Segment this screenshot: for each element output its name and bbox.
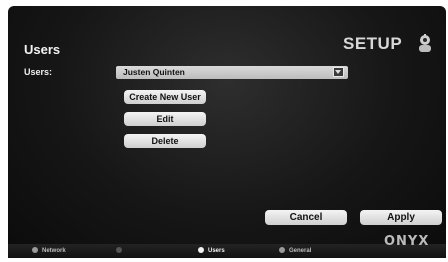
cancel-button[interactable]: Cancel	[265, 210, 347, 225]
nav-tab-general[interactable]: General	[279, 247, 311, 254]
nav-tab-label: Network	[42, 248, 66, 254]
users-select[interactable]: Justen Quinten	[116, 66, 348, 79]
nav-dot-icon	[32, 247, 38, 253]
apply-button[interactable]: Apply	[360, 210, 442, 225]
nav-tab-disabled	[116, 247, 126, 254]
nav-dot-icon	[198, 247, 204, 253]
page-title: Users	[24, 42, 61, 57]
nav-tab-network[interactable]: Network	[32, 247, 66, 254]
users-select-value: Justen Quinten	[123, 67, 185, 77]
gear-person-icon	[419, 34, 431, 52]
nav-tab-label: Users	[208, 248, 225, 254]
onyx-logo: ONYX	[384, 234, 430, 249]
delete-user-button[interactable]: Delete	[124, 134, 206, 148]
edit-user-button[interactable]: Edit	[124, 112, 206, 126]
nav-tab-label: General	[289, 248, 312, 254]
nav-dot-icon	[116, 247, 122, 253]
nav-tab-users[interactable]: Users	[198, 247, 225, 254]
setup-heading: SETUP	[343, 34, 403, 53]
nav-dot-icon	[279, 247, 285, 253]
bottom-nav-bar: Network Users General	[8, 244, 446, 258]
dropdown-arrow-icon[interactable]	[333, 67, 344, 77]
users-field-label: Users:	[24, 67, 53, 77]
create-new-user-button[interactable]: Create New User	[124, 90, 206, 104]
